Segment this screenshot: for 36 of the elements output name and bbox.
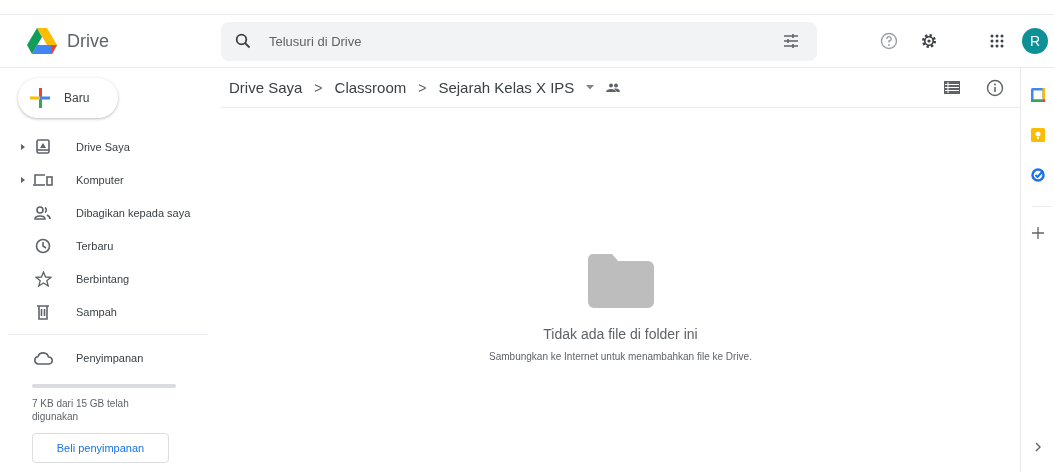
breadcrumb-separator: > [314, 79, 323, 96]
computer-icon [33, 172, 53, 187]
breadcrumb-separator: > [418, 79, 427, 96]
trash-icon [36, 303, 50, 320]
logo-icon [27, 28, 57, 54]
empty-title: Tidak ada file di folder ini [543, 326, 698, 342]
people-icon [34, 205, 52, 220]
clock-icon [35, 237, 51, 254]
expand-icon[interactable] [21, 143, 25, 150]
breadcrumb-item[interactable]: Sejarah Kelas X IPS [438, 79, 575, 96]
nav-item[interactable]: Penyimpanan [0, 341, 221, 374]
breadcrumb-item[interactable]: Classroom [334, 79, 407, 96]
account-avatar[interactable]: R [1022, 28, 1048, 54]
folder-icon [587, 254, 654, 308]
dropdown-icon[interactable] [586, 85, 595, 90]
nav-item[interactable]: Berbintang [0, 262, 221, 295]
star-icon [34, 270, 52, 287]
app-name: Drive [67, 30, 109, 52]
buy-storage-button[interactable]: Beli penyimpanan [32, 433, 169, 463]
storage-usage: 7 KB dari 15 GB telah digunakan [32, 397, 130, 423]
expand-icon[interactable] [21, 176, 25, 183]
search-icon [235, 33, 251, 49]
nav-item[interactable]: Sampah [0, 295, 221, 328]
cloud-icon [33, 350, 53, 365]
drive-icon [36, 138, 50, 155]
breadcrumb-item[interactable]: Drive Saya [229, 79, 303, 96]
nav-item[interactable]: Dibagikan kepada saya [0, 196, 221, 229]
nav-item[interactable]: Komputer [0, 163, 221, 196]
nav-item[interactable]: Terbaru [0, 229, 221, 262]
shared-icon [606, 83, 621, 92]
search-bar[interactable]: Telusuri di Drive [221, 21, 817, 61]
plus-icon [30, 88, 50, 108]
nav-item[interactable]: Drive Saya [0, 130, 221, 163]
new-button[interactable]: Baru [18, 78, 118, 118]
empty-subtitle: Sambungkan ke Internet untuk menambahkan file ke Drive. [489, 351, 752, 362]
search-field[interactable]: Telusuri di Drive [267, 32, 763, 50]
